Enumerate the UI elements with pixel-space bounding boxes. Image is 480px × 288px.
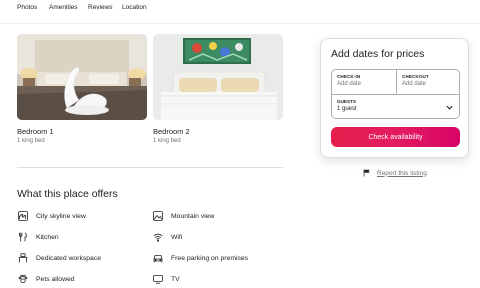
bedroom-1-title: Bedroom 1: [17, 127, 54, 136]
amenity-dedicated-workspace: Dedicated workspace: [18, 252, 101, 264]
amenity-pets-allowed: Pets allowed: [18, 273, 75, 285]
checkin-field[interactable]: CHECK-IN Add date: [332, 70, 396, 94]
checkout-label: CHECKOUT: [402, 74, 429, 79]
car-icon: [153, 255, 163, 263]
checkout-value: Add date: [402, 81, 427, 87]
mountain-icon: [153, 211, 163, 221]
checkin-label: CHECK-IN: [337, 74, 361, 79]
paw-icon: [18, 274, 28, 283]
workspace-icon: [18, 253, 28, 263]
amenity-city-skyline-view: City skyline view: [18, 210, 86, 222]
report-listing-label: Report this listing: [377, 169, 427, 177]
chevron-down-icon: [446, 105, 453, 110]
guests-value: 1 guest: [337, 106, 357, 112]
bedroom-2-photo: [153, 34, 283, 120]
bedroom-2-title: Bedroom 2: [153, 127, 190, 136]
bedroom-1-photo: [17, 34, 147, 120]
offers-heading: What this place offers: [17, 188, 118, 200]
guests-label: GUESTS: [337, 99, 356, 104]
booking-title: Add dates for prices: [331, 48, 425, 60]
booking-card: Add dates for prices CHECK-IN Add date C…: [320, 38, 469, 158]
amenity-free-parking: Free parking on premises: [153, 252, 248, 264]
date-guest-picker: CHECK-IN Add date CHECKOUT Add date GUES…: [331, 69, 460, 119]
wifi-icon: [153, 233, 163, 242]
bedroom-1-beds: 1 king bed: [17, 138, 45, 144]
amenity-tv: TV: [153, 273, 180, 285]
utensils-icon: [19, 232, 27, 242]
amenity-kitchen: Kitchen: [18, 231, 59, 243]
checkout-field[interactable]: CHECKOUT Add date: [397, 70, 459, 94]
nav-divider: [0, 23, 480, 24]
checkin-value: Add date: [337, 81, 362, 87]
nav-photos[interactable]: Photos: [17, 4, 37, 11]
section-nav: Photos Amenities Reviews Location: [0, 0, 480, 16]
nav-amenities[interactable]: Amenities: [49, 4, 78, 11]
amenity-mountain-view: Mountain view: [153, 210, 214, 222]
flag-icon: [363, 169, 370, 177]
tv-icon: [153, 274, 163, 284]
bedroom-2-beds: 1 king bed: [153, 138, 181, 144]
bedroom-card-2[interactable]: Bedroom 2 1 king bed: [153, 34, 283, 144]
check-availability-button[interactable]: Check availability: [331, 127, 460, 147]
guests-select[interactable]: GUESTS 1 guest: [332, 95, 459, 118]
amenity-wifi: Wifi: [153, 231, 182, 243]
section-divider: [17, 167, 283, 168]
bedroom-card-1[interactable]: Bedroom 1 1 king bed: [17, 34, 147, 144]
nav-reviews[interactable]: Reviews: [88, 4, 113, 11]
nav-location[interactable]: Location: [122, 4, 147, 11]
skyline-icon: [18, 211, 28, 221]
report-listing-link[interactable]: Report this listing: [363, 169, 427, 177]
